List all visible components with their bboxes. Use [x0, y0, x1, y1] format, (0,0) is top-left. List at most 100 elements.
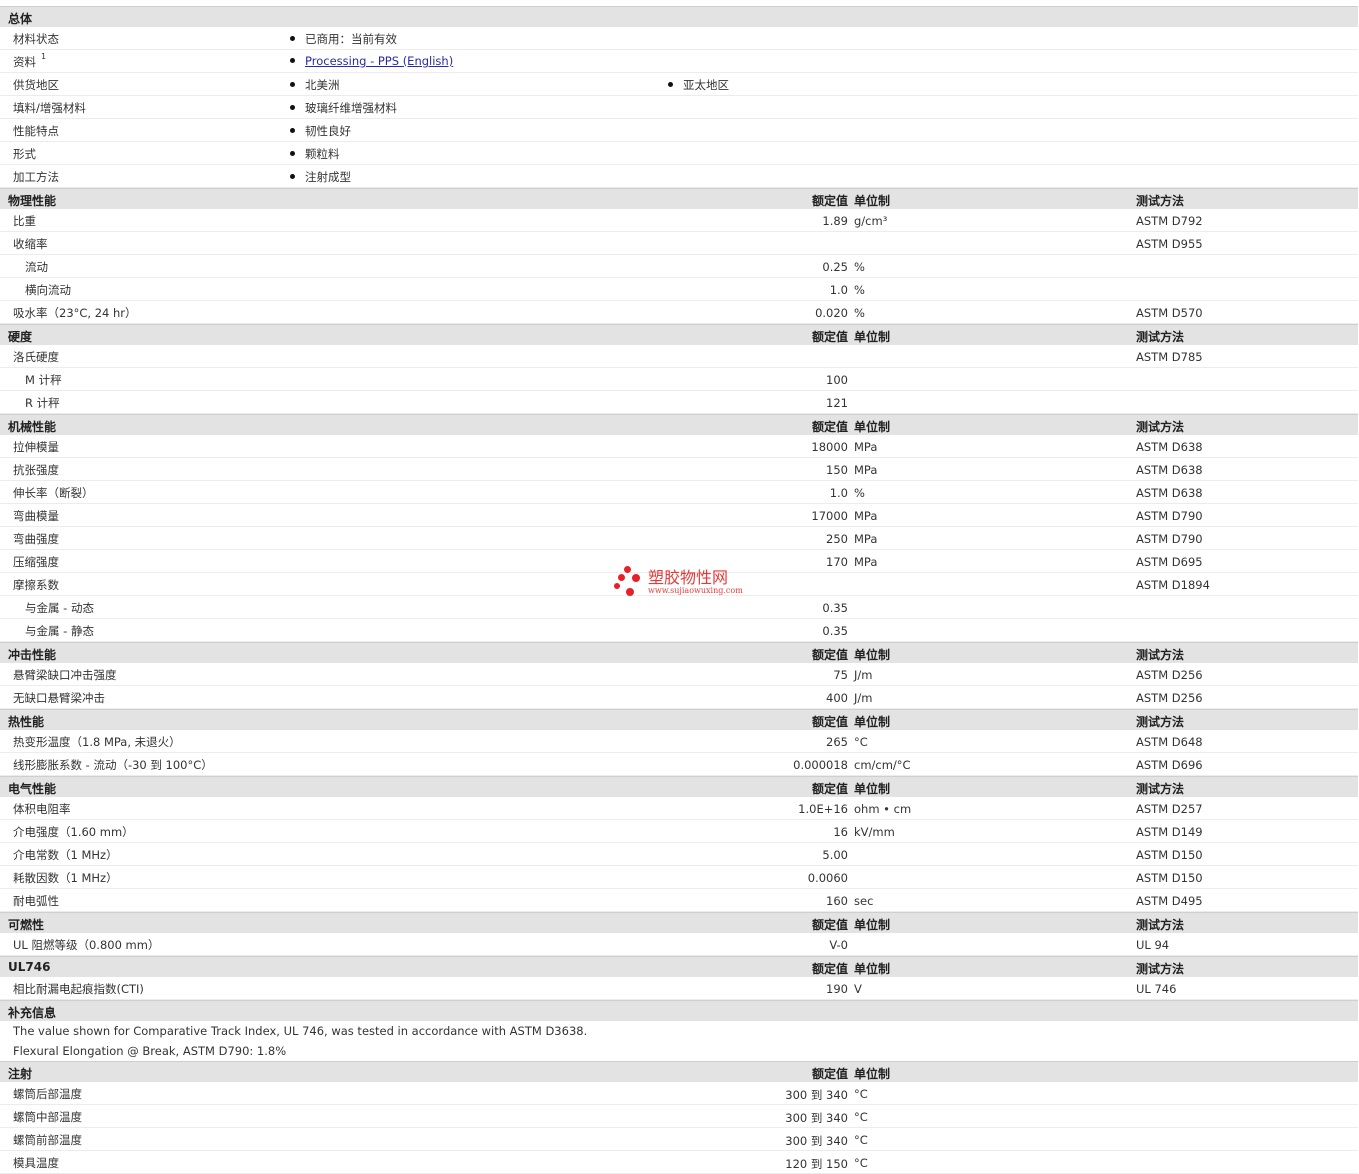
property-row: 介电常数（1 MHz） 5.00 ASTM D150 — [0, 843, 1358, 866]
property-label: 螺筒中部温度 — [13, 1110, 82, 1124]
bullet-item: 已商用：当前有效 — [290, 31, 397, 47]
unit-header: 单位制 — [854, 1067, 891, 1081]
unit: MPa — [854, 532, 878, 546]
section-title: 补充信息 — [8, 1006, 57, 1020]
injection-row: 模具温度 120 到 150 °C — [0, 1151, 1358, 1174]
nominal-value: 0.35 — [822, 601, 848, 615]
test-method: ASTM D638 — [1136, 463, 1203, 477]
nominal-value-header: 额定值 — [811, 648, 848, 662]
note-text: Flexural Elongation @ Break, ASTM D790: … — [13, 1044, 287, 1058]
unit: V — [854, 982, 862, 996]
property-row: 弯曲强度 250 MPa ASTM D790 — [0, 527, 1358, 550]
test-method: ASTM D256 — [1136, 691, 1203, 705]
nominal-value: 400 — [826, 691, 848, 705]
section-title: 可燃性 — [8, 918, 45, 932]
test-method: ASTM D696 — [1136, 758, 1203, 772]
property-label: 耐电弧性 — [13, 894, 59, 908]
nominal-value-header: 额定值 — [811, 330, 848, 344]
unit: % — [854, 283, 865, 297]
bullet-icon — [290, 151, 295, 156]
property-label: 流动 — [25, 260, 48, 274]
test-method: ASTM D150 — [1136, 871, 1203, 885]
section-title: 电气性能 — [8, 782, 57, 796]
unit-header: 单位制 — [854, 918, 891, 932]
unit: °C — [854, 1133, 868, 1147]
general-row: 填料/增强材料 玻璃纤维增强材料 — [0, 96, 1358, 119]
property-row: 线形膨胀系数 - 流动（-30 到 100°C） 0.000018 cm/cm/°C… — [0, 753, 1358, 776]
property-label: 线形膨胀系数 - 流动（-30 到 100°C） — [13, 758, 213, 772]
test-method: ASTM D570 — [1136, 306, 1203, 320]
nominal-value-header: 额定值 — [811, 194, 848, 208]
general-row: 形式 颗粒料 — [0, 142, 1358, 165]
processing-link[interactable]: Processing - PPS (English) — [305, 54, 453, 68]
property-label: 形式 — [13, 147, 36, 161]
nominal-value-header: 额定值 — [811, 918, 848, 932]
property-label: 耗散因数（1 MHz） — [13, 871, 118, 885]
property-row: 横向流动 1.0% — [0, 278, 1358, 301]
property-label: 横向流动 — [25, 283, 71, 297]
property-row: 介电强度（1.60 mm） 16 kV/mm ASTM D149 — [0, 820, 1358, 843]
test-method: ASTM D149 — [1136, 825, 1203, 839]
unit: % — [854, 486, 865, 500]
unit-header: 单位制 — [854, 962, 891, 976]
property-label: 供货地区 — [13, 78, 59, 92]
property-row: 体积电阻率 1.0E+16 ohm • cm ASTM D257 — [0, 797, 1358, 820]
nominal-value-header: 额定值 — [811, 1067, 848, 1081]
general-row: 加工方法 注射成型 — [0, 165, 1358, 188]
nominal-value: 160 — [826, 894, 848, 908]
property-row: 弯曲模量 17000 MPa ASTM D790 — [0, 504, 1358, 527]
property-label: 体积电阻率 — [13, 802, 71, 816]
property-row: M 计秤 100 — [0, 368, 1358, 391]
nominal-value: 1.0 — [829, 283, 848, 297]
property-label: 摩擦系数 — [13, 578, 59, 592]
property-label: UL 阻燃等级（0.800 mm） — [13, 938, 160, 952]
test-method-header: 测试方法 — [1136, 918, 1185, 932]
unit-header: 单位制 — [854, 420, 891, 434]
property-label: 相比耐漏电起痕指数(CTI) — [13, 982, 144, 996]
section-header: 硬度 额定值 单位制 测试方法 — [0, 324, 1358, 345]
supplement-header: 补充信息 — [0, 1000, 1358, 1021]
property-row: R 计秤 121 — [0, 391, 1358, 414]
bullet-text: 亚太地区 — [683, 78, 729, 92]
unit: g/cm³ — [854, 214, 888, 228]
nominal-value-header: 额定值 — [811, 420, 848, 434]
property-label: 填料/增强材料 — [13, 101, 86, 115]
property-row: 抗张强度 150 MPa ASTM D638 — [0, 458, 1358, 481]
test-method: ASTM D955 — [1136, 237, 1203, 251]
property-label: 介电强度（1.60 mm） — [13, 825, 134, 839]
property-label: 弯曲模量 — [13, 509, 59, 523]
bullet-text: 已商用：当前有效 — [305, 32, 397, 46]
nominal-value: 1.0 — [829, 486, 848, 500]
section-title: 热性能 — [8, 715, 45, 729]
nominal-value: V-0 — [829, 938, 848, 952]
unit: kV/mm — [854, 825, 895, 839]
section-header: 机械性能 额定值 单位制 测试方法 — [0, 414, 1358, 435]
test-method-header: 测试方法 — [1136, 648, 1185, 662]
bullet-item: Processing - PPS (English) — [290, 54, 453, 68]
test-method-header: 测试方法 — [1136, 420, 1185, 434]
property-label: R 计秤 — [25, 396, 60, 410]
property-row: 无缺口悬臂梁冲击 400 J/m ASTM D256 — [0, 686, 1358, 709]
nominal-value-header: 额定值 — [811, 962, 848, 976]
watermark-url: www.sujiaowuxing.com — [648, 586, 743, 595]
section-title: 硬度 — [8, 330, 33, 344]
property-label: M 计秤 — [25, 373, 62, 387]
supplement-note: The value shown for Comparative Track In… — [0, 1021, 1358, 1041]
property-label: 洛氏硬度 — [13, 350, 59, 364]
property-label: 螺筒后部温度 — [13, 1087, 82, 1101]
unit: ohm • cm — [854, 802, 912, 816]
unit-header: 单位制 — [854, 782, 891, 796]
test-method: UL 94 — [1136, 938, 1170, 952]
test-method: ASTM D790 — [1136, 532, 1203, 546]
injection-row: 螺筒中部温度 300 到 340 °C — [0, 1105, 1358, 1128]
general-row: 性能特点 韧性良好 — [0, 119, 1358, 142]
bullet-item: 玻璃纤维增强材料 — [290, 100, 397, 116]
unit-header: 单位制 — [854, 330, 891, 344]
general-row: 供货地区 北美洲 亚太地区 — [0, 73, 1358, 96]
nominal-value: 16 — [833, 825, 848, 839]
general-header: 总体 — [0, 6, 1358, 27]
property-label: 与金属 - 静态 — [25, 624, 94, 638]
bullet-icon — [290, 174, 295, 179]
bullet-item: 颗粒料 — [290, 146, 340, 162]
bullet-icon — [290, 36, 295, 41]
